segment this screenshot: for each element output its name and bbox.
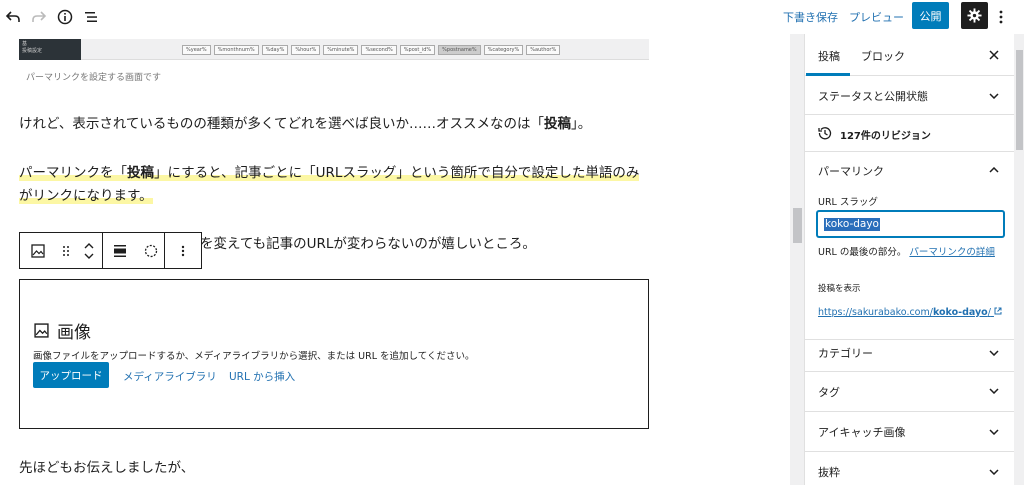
permalink-tag: %author% [526, 45, 561, 55]
more-vertical-icon[interactable] [993, 6, 1009, 28]
tag-panel[interactable]: タグ [805, 372, 1015, 412]
permalink-tag: %day% [261, 45, 289, 55]
bold-text: 投稿 [544, 116, 572, 132]
permalink-tag: %post_id% [399, 45, 436, 55]
editor-scrollbar[interactable] [790, 34, 804, 485]
redo-icon[interactable] [28, 6, 50, 28]
image-block-description: 画像ファイルをアップロードするか、メディアライブラリから選択、または URL を… [33, 351, 475, 362]
paragraph-block[interactable]: けれど、表示されているものの種類が多くてどれを選べば良いか……オススメなのは「投… [19, 112, 591, 132]
permalink-tag: %year% [182, 45, 211, 55]
image-icon[interactable] [20, 233, 56, 268]
chevron-down-icon [987, 425, 1001, 439]
sidebar-scrollbar-thumb[interactable] [1016, 50, 1023, 150]
post-url-link[interactable]: https://sakurabako.com/koko-dayo/ [818, 307, 1002, 318]
circle-dashed-icon[interactable] [138, 233, 164, 268]
permalink-tag: %category% [483, 45, 524, 55]
settings-sidebar: 投稿 ブロック ステータスと公開状態 127件のリビジョン パーマリンク URL… [804, 34, 1024, 485]
permalink-tag: %second% [361, 45, 397, 55]
panel-title: ステータスと公開状態 [818, 90, 928, 103]
url-slug-value: koko-dayo [824, 218, 880, 231]
insert-from-url-button[interactable]: URL から挿入 [229, 369, 295, 384]
revisions-panel[interactable]: 127件のリビジョン [805, 115, 1015, 152]
permalink-details-link[interactable]: パーマリンクの詳細 [909, 247, 995, 258]
paragraph-text: けれど、表示されているものの種類が多くてどれを選べば良いか……オススメなのは「 [19, 116, 545, 132]
more-vertical-icon[interactable] [165, 233, 201, 268]
save-draft-button[interactable]: 下書き保存 [783, 9, 838, 25]
url-slug-input[interactable]: koko-dayo [817, 211, 1004, 237]
chevron-down-icon [987, 465, 1001, 479]
image-block-title: 画像 [34, 318, 91, 343]
panel-title: タグ [818, 386, 840, 399]
image-block-title-text: 画像 [57, 323, 91, 343]
list-view-icon[interactable] [80, 6, 102, 28]
gear-icon [967, 8, 982, 23]
permalink-tag: %monthnum% [213, 45, 259, 55]
status-visibility-panel[interactable]: ステータスと公開状態 [805, 76, 1015, 115]
block-toolbar [19, 232, 202, 269]
chevron-down-icon [987, 89, 1001, 103]
paragraph-text: 」。 [571, 116, 592, 132]
slug-help-text: URL の最後の部分。 パーマリンクの詳細 [818, 247, 995, 258]
sidebar-tabs: 投稿 ブロック [805, 34, 1015, 76]
paragraph-block-line2[interactable]: がリンクになります。 [19, 184, 153, 204]
paragraph-block[interactable]: パーマリンクを「投稿」にすると、記事ごとに「URLスラッグ」という箇所で自分で設… [19, 161, 640, 181]
preview-button[interactable]: プレビュー [849, 9, 904, 25]
panel-title: カテゴリー [818, 347, 873, 360]
paragraph-block[interactable]: 先ほどもお伝えしましたが、 [19, 456, 194, 476]
featured-image-panel[interactable]: アイキャッチ画像 [805, 412, 1015, 452]
tab-block[interactable]: ブロック [861, 48, 905, 64]
editor-scrollbar-thumb[interactable] [793, 208, 802, 243]
upload-button[interactable]: アップロード [33, 362, 109, 388]
excerpt-panel[interactable]: 抜粋 [805, 452, 1015, 485]
permalink-tag-list: %year% %monthnum% %day% %hour% %minute% … [182, 45, 561, 55]
permalink-tag: %hour% [291, 45, 321, 55]
align-icon[interactable] [103, 233, 139, 268]
permalink-settings-image[interactable]: 基 投稿設定 %year% %monthnum% %day% %hour% %m… [19, 39, 649, 60]
image-sidebar-text: 基 投稿設定 [19, 39, 81, 60]
category-panel[interactable]: カテゴリー [805, 332, 1015, 372]
view-post-label: 投稿を表示 [818, 284, 861, 294]
highlighted-text: がリンクになります。 [19, 188, 153, 204]
info-icon[interactable] [54, 6, 76, 28]
chevron-up-icon[interactable] [987, 163, 1001, 177]
panel-title: 抜粋 [818, 466, 840, 479]
chevron-down-icon [987, 384, 1001, 398]
panel-title: アイキャッチ画像 [818, 426, 906, 439]
paragraph-block[interactable]: を変えても記事のURLが変わらないのが嬉しいところ。 [200, 232, 536, 252]
close-icon[interactable] [985, 46, 1003, 64]
highlighted-text: パーマリンクを「投稿」にすると、記事ごとに「URLスラッグ」という箇所で自分で設… [19, 165, 640, 181]
revisions-link[interactable]: 127件のリビジョン [840, 127, 931, 142]
url-slug-label: URL スラッグ [818, 197, 878, 208]
panel-title[interactable]: パーマリンク [818, 163, 884, 179]
editor-top-toolbar: 下書き保存 プレビュー 公開 [0, 0, 1024, 34]
move-up-down-icon[interactable] [76, 233, 102, 268]
image-icon [34, 323, 49, 338]
settings-button[interactable] [961, 2, 988, 29]
permalink-tag-selected: %postname% [438, 45, 481, 55]
editor-canvas[interactable]: 基 投稿設定 %year% %monthnum% %day% %hour% %m… [0, 34, 790, 485]
undo-icon[interactable] [2, 6, 24, 28]
chevron-down-icon [987, 346, 1001, 360]
external-link-icon [994, 307, 1002, 318]
image-caption[interactable]: パーマリンクを設定する画面です [26, 70, 161, 83]
image-block-placeholder[interactable]: 画像 画像ファイルをアップロードするか、メディアライブラリから選択、または UR… [19, 279, 649, 429]
publish-button[interactable]: 公開 [912, 2, 949, 29]
permalink-tag: %minute% [323, 45, 359, 55]
media-library-button[interactable]: メディアライブラリ [123, 369, 217, 384]
revisions-icon [818, 126, 832, 140]
drag-handle-icon[interactable] [56, 233, 76, 268]
tab-post[interactable]: 投稿 [818, 48, 840, 64]
